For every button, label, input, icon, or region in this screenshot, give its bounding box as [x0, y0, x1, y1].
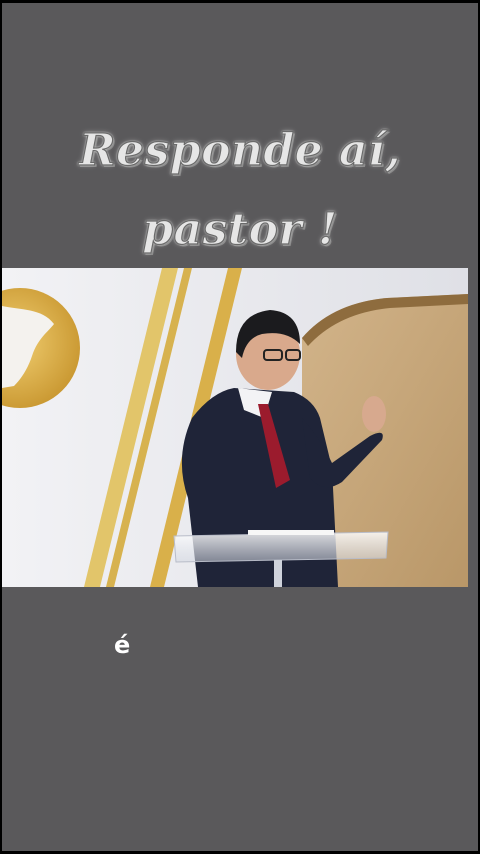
subtitle-caption: é: [114, 631, 131, 659]
reel-screen[interactable]: Responde aí, pastor ! é: [2, 3, 478, 851]
title-line-1: Responde aí,: [78, 125, 402, 176]
video-scene: [2, 268, 468, 587]
video-frame[interactable]: [2, 268, 468, 587]
title-line-2: pastor !: [142, 204, 338, 255]
